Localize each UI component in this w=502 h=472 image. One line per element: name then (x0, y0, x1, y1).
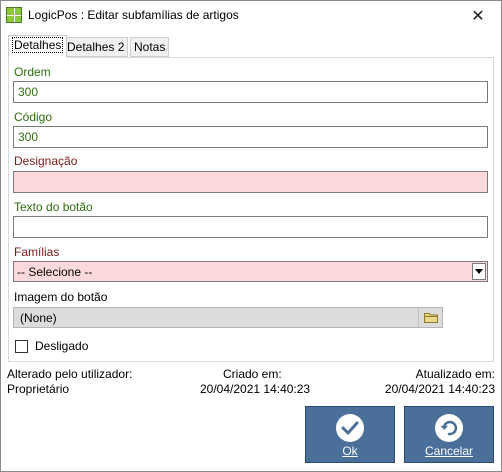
desligado-label: Desligado (35, 339, 89, 353)
imagem-botao-value: (None) (20, 311, 57, 325)
tab-notas-label: Notas (134, 40, 166, 54)
ordem-label: Ordem (14, 65, 51, 79)
criado-label: Criado em: (223, 367, 282, 381)
folder-icon[interactable] (418, 308, 442, 327)
criado-value: 20/04/2021 14:40:23 (200, 382, 311, 396)
logicpos-app-icon (6, 7, 22, 23)
tab-detalhes-2[interactable]: Detalhes 2 (63, 37, 129, 57)
ordem-field[interactable]: 300 (13, 81, 488, 103)
tab-notas[interactable]: Notas (130, 37, 170, 57)
dialog-window: LogicPos : Editar subfamílias de artigos… (0, 0, 502, 472)
codigo-value: 300 (18, 130, 39, 144)
chevron-down-icon[interactable] (472, 263, 486, 280)
imagem-botao-field: (None) (13, 307, 443, 328)
familias-label: Famílias (14, 245, 60, 259)
cancel-label: Cancelar (424, 444, 474, 458)
ordem-value: 300 (18, 85, 39, 99)
atualizado-label: Atualizado em: (415, 367, 495, 381)
title-bar: LogicPos : Editar subfamílias de artigos… (1, 1, 501, 31)
designacao-label: Designação (14, 154, 78, 168)
desligado-checkbox[interactable] (15, 340, 28, 353)
tab-detalhes[interactable]: Detalhes (8, 35, 68, 58)
alterado-label: Alterado pelo utilizador: (7, 367, 133, 381)
codigo-label: Código (14, 110, 53, 124)
tab-detalhes-label: Detalhes (12, 37, 64, 53)
familias-select[interactable]: -- Selecione -- (13, 261, 488, 282)
ok-label: Ok (342, 444, 358, 458)
designacao-field[interactable] (13, 171, 488, 193)
texto-botao-label: Texto do botão (14, 200, 93, 214)
close-button[interactable]: ✕ (455, 1, 501, 30)
imagem-botao-label: Imagem do botão (14, 290, 108, 304)
checkmark-icon (336, 414, 364, 442)
undo-arrow-icon (435, 414, 463, 442)
close-icon: ✕ (471, 7, 485, 25)
familias-selected-value: -- Selecione -- (17, 265, 93, 279)
atualizado-value: 20/04/2021 14:40:23 (384, 382, 495, 396)
cancel-button[interactable]: Cancelar (404, 406, 494, 463)
window-title: LogicPos : Editar subfamílias de artigos (28, 8, 239, 22)
tab-detalhes-2-label: Detalhes 2 (67, 40, 125, 54)
codigo-field[interactable]: 300 (13, 126, 488, 148)
alterado-value: Proprietário (7, 382, 70, 396)
ok-button[interactable]: Ok (305, 406, 395, 463)
texto-botao-field[interactable] (13, 216, 488, 238)
